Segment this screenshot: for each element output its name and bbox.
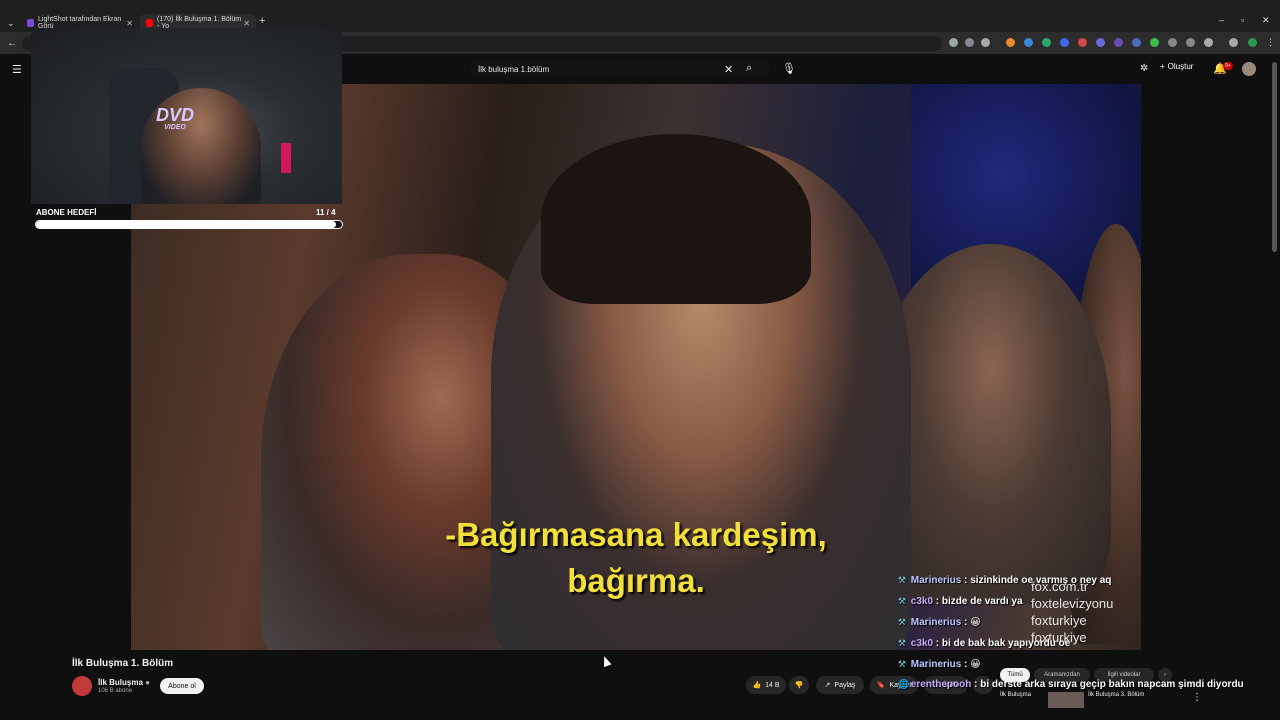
dvd-logo: DVD VIDEO — [149, 106, 201, 132]
search-icon[interactable]: ⌕ — [746, 62, 752, 75]
create-button[interactable]: + Oluştur — [1160, 62, 1193, 71]
recommended-thumbnail[interactable] — [1048, 692, 1084, 708]
chat-emote: 😀 — [970, 659, 981, 670]
extension-icon[interactable] — [1168, 38, 1177, 47]
clear-search-icon[interactable]: ✕ — [724, 63, 733, 76]
account-avatar[interactable] — [1242, 62, 1256, 76]
chat-message: ⚒ Marinerius : 😀 — [898, 612, 1268, 633]
streamer-webcam: DVD VIDEO — [31, 28, 342, 204]
page-scrollbar[interactable] — [1272, 62, 1277, 252]
extension-icon[interactable] — [949, 38, 958, 47]
extension-icon[interactable] — [1186, 38, 1195, 47]
minimize-button[interactable]: – — [1219, 15, 1224, 25]
chat-badge-icon: 🌐 — [898, 679, 910, 689]
subtitle-line: -Bağırmasana kardeşim, — [445, 516, 827, 553]
chat-username: Marinerius — [910, 659, 962, 670]
chat-username: Marinerius — [910, 575, 962, 586]
chat-message: 🌐 erenthepooh : bi derste arka sıraya ge… — [898, 679, 1244, 690]
share-button[interactable]: ↗ Paylaş — [816, 676, 864, 694]
chat-text: bi de bak bak yapıyordu oe — [941, 638, 1071, 649]
extension-icon[interactable] — [1150, 38, 1159, 47]
plus-icon: + — [1160, 62, 1165, 71]
tab-search-icon[interactable]: ⌄ — [7, 18, 15, 29]
back-icon[interactable]: ← — [7, 38, 17, 49]
like-button[interactable]: 👍 14 B — [746, 676, 786, 694]
thumbs-up-icon: 👍 — [752, 682, 762, 689]
extension-icon[interactable] — [1006, 38, 1015, 47]
chat-text: bi derste arka sıraya geçip bakın napcam… — [980, 679, 1244, 690]
extension-icon[interactable] — [1078, 38, 1087, 47]
channel-name-text: İlk Buluşma — [98, 678, 143, 687]
subscriber-goal-fill — [36, 221, 336, 228]
maximize-button[interactable]: ▫ — [1241, 15, 1244, 25]
recommended-more-icon[interactable]: ⋮ — [1192, 692, 1202, 703]
main-person-hair — [541, 134, 811, 304]
search-query: İlk buluşma 1.bölüm — [478, 64, 550, 74]
chat-badge-icon: ⚒ — [898, 638, 907, 648]
extension-icon[interactable] — [1096, 38, 1105, 47]
chat-username: erenthepooh — [910, 679, 972, 690]
chat-message: ⚒ Marinerius : 😀 — [898, 654, 1268, 675]
close-icon[interactable]: ✕ — [243, 19, 250, 28]
youtube-icon — [146, 19, 154, 27]
share-icon: ↗ — [824, 682, 831, 689]
thumbs-down-icon: 👎 — [794, 682, 804, 689]
recommended-channel[interactable]: İlk Buluşma — [1000, 692, 1031, 698]
extension-icon[interactable] — [1060, 38, 1069, 47]
channel-subscriber-count: 106 B abone — [98, 688, 133, 694]
video-title: İlk Buluşma 1. Bölüm — [72, 658, 174, 669]
microphone-icon[interactable]: 🎙 — [782, 62, 796, 75]
chat-username: c3k0 — [910, 596, 934, 607]
recommended-title[interactable]: İlk Buluşma 3. Bölüm — [1088, 692, 1144, 698]
create-label: Oluştur — [1167, 62, 1194, 71]
chat-username: c3k0 — [910, 638, 934, 649]
mouse-cursor — [600, 654, 612, 668]
chat-username: Marinerius — [910, 617, 962, 628]
like-count: 14 B — [765, 681, 780, 689]
chat-emote: 😀 — [970, 617, 981, 628]
chat-badge-icon: ⚒ — [898, 575, 907, 585]
hamburger-menu-icon[interactable]: ☰ — [12, 63, 22, 76]
menu-dots-icon[interactable]: ⋮ — [1266, 37, 1275, 48]
lightshot-icon — [27, 19, 34, 27]
extensions-puzzle-icon[interactable] — [1204, 38, 1213, 47]
channel-name[interactable]: İlk Buluşma ● — [98, 678, 150, 687]
bookmark-star-icon[interactable] — [981, 38, 990, 47]
extension-icon[interactable] — [1132, 38, 1141, 47]
close-window-button[interactable]: ✕ — [1262, 15, 1270, 26]
channel-avatar[interactable] — [72, 676, 92, 696]
subscriber-goal-bar — [35, 220, 343, 229]
extension-icon[interactable] — [965, 38, 974, 47]
new-tab-button[interactable]: + — [259, 15, 265, 27]
subscriber-goal-count: 11 / 4 — [316, 208, 336, 217]
chat-message: ⚒ Marinerius : sizinkinde oe varmış o ne… — [898, 570, 1268, 591]
dvd-logo-text: DVD — [155, 105, 194, 125]
profile-icon[interactable] — [1248, 38, 1257, 47]
verified-icon: ● — [145, 678, 150, 687]
chat-text: bizde de vardı ya — [941, 596, 1023, 607]
stream-chat-overlay: ⚒ Marinerius : sizinkinde oe varmış o ne… — [898, 570, 1268, 692]
chat-message: ⚒ c3k0 : bizde de vardı ya — [898, 591, 1268, 612]
chat-message: ⚒ c3k0 : bi de bak bak yapıyordu oe — [898, 633, 1268, 654]
extension-icon[interactable] — [1042, 38, 1051, 47]
rgb-light — [281, 143, 291, 173]
extension-gear-icon[interactable]: ✲ — [1140, 63, 1148, 74]
subscribe-button[interactable]: Abone ol — [160, 678, 204, 694]
bookmark-icon: 🔖 — [876, 682, 886, 689]
share-label: Paylaş — [834, 681, 856, 689]
chat-badge-icon: ⚒ — [898, 659, 907, 669]
subscriber-goal-label: ABONE HEDEFİ — [36, 208, 97, 217]
chat-badge-icon: ⚒ — [898, 596, 907, 606]
close-icon[interactable]: ✕ — [126, 19, 133, 28]
extension-icon[interactable] — [1229, 38, 1238, 47]
dvd-logo-sub: VIDEO — [164, 124, 186, 131]
dislike-button[interactable]: 👎 — [789, 676, 809, 694]
chat-badge-icon: ⚒ — [898, 617, 907, 627]
notification-count-badge: 9+ — [1223, 62, 1233, 70]
extension-icon[interactable] — [1114, 38, 1123, 47]
extension-icon[interactable] — [1024, 38, 1033, 47]
chat-text: sizinkinde oe varmış o ney aq — [970, 575, 1112, 586]
